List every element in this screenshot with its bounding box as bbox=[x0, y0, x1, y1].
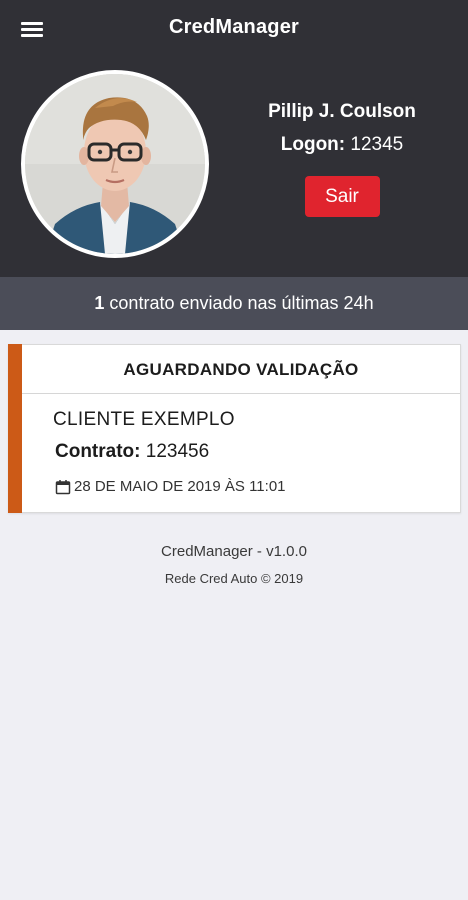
contract-card[interactable]: AGUARDANDO VALIDAÇÃO CLIENTE EXEMPLO Con… bbox=[8, 344, 461, 513]
app-screen: CredManager Pillip J. Coulson Logon: 123… bbox=[0, 0, 468, 900]
summary-text: contrato enviado nas últimas 24h bbox=[109, 293, 374, 313]
contract-label: Contrato: bbox=[55, 441, 141, 462]
client-name: CLIENTE EXEMPLO bbox=[53, 409, 235, 430]
card-status-title: AGUARDANDO VALIDAÇÃO bbox=[22, 345, 460, 394]
copyright: Rede Cred Auto © 2019 bbox=[164, 571, 304, 586]
logon-row: Logon: 12345 bbox=[240, 133, 444, 157]
avatar bbox=[21, 70, 209, 258]
contracts-summary: 1 contrato enviado nas últimas 24h bbox=[0, 277, 468, 330]
contract-row: Contrato: 123456 bbox=[55, 441, 209, 463]
logon-value: 12345 bbox=[350, 134, 404, 155]
app-title: CredManager bbox=[168, 16, 299, 38]
contract-number: 123456 bbox=[145, 441, 210, 462]
summary-count: 1 bbox=[94, 293, 105, 313]
app-version: CredManager - v1.0.0 bbox=[161, 543, 307, 560]
contract-date-row: 28 DE MAIO DE 2019 ÀS 11:01 bbox=[55, 478, 286, 495]
user-name: Pillip J. Coulson bbox=[268, 101, 416, 122]
avatar-photo bbox=[25, 74, 205, 254]
profile-header: CredManager Pillip J. Coulson Logon: 123… bbox=[0, 0, 468, 277]
profile-info: Pillip J. Coulson Logon: 12345 Sair bbox=[240, 100, 444, 217]
card-status-accent bbox=[8, 344, 22, 513]
contract-date: 28 DE MAIO DE 2019 ÀS 11:01 bbox=[74, 478, 286, 495]
calendar-icon bbox=[55, 479, 71, 494]
logout-button[interactable]: Sair bbox=[304, 176, 380, 217]
logon-label: Logon: bbox=[280, 134, 346, 155]
